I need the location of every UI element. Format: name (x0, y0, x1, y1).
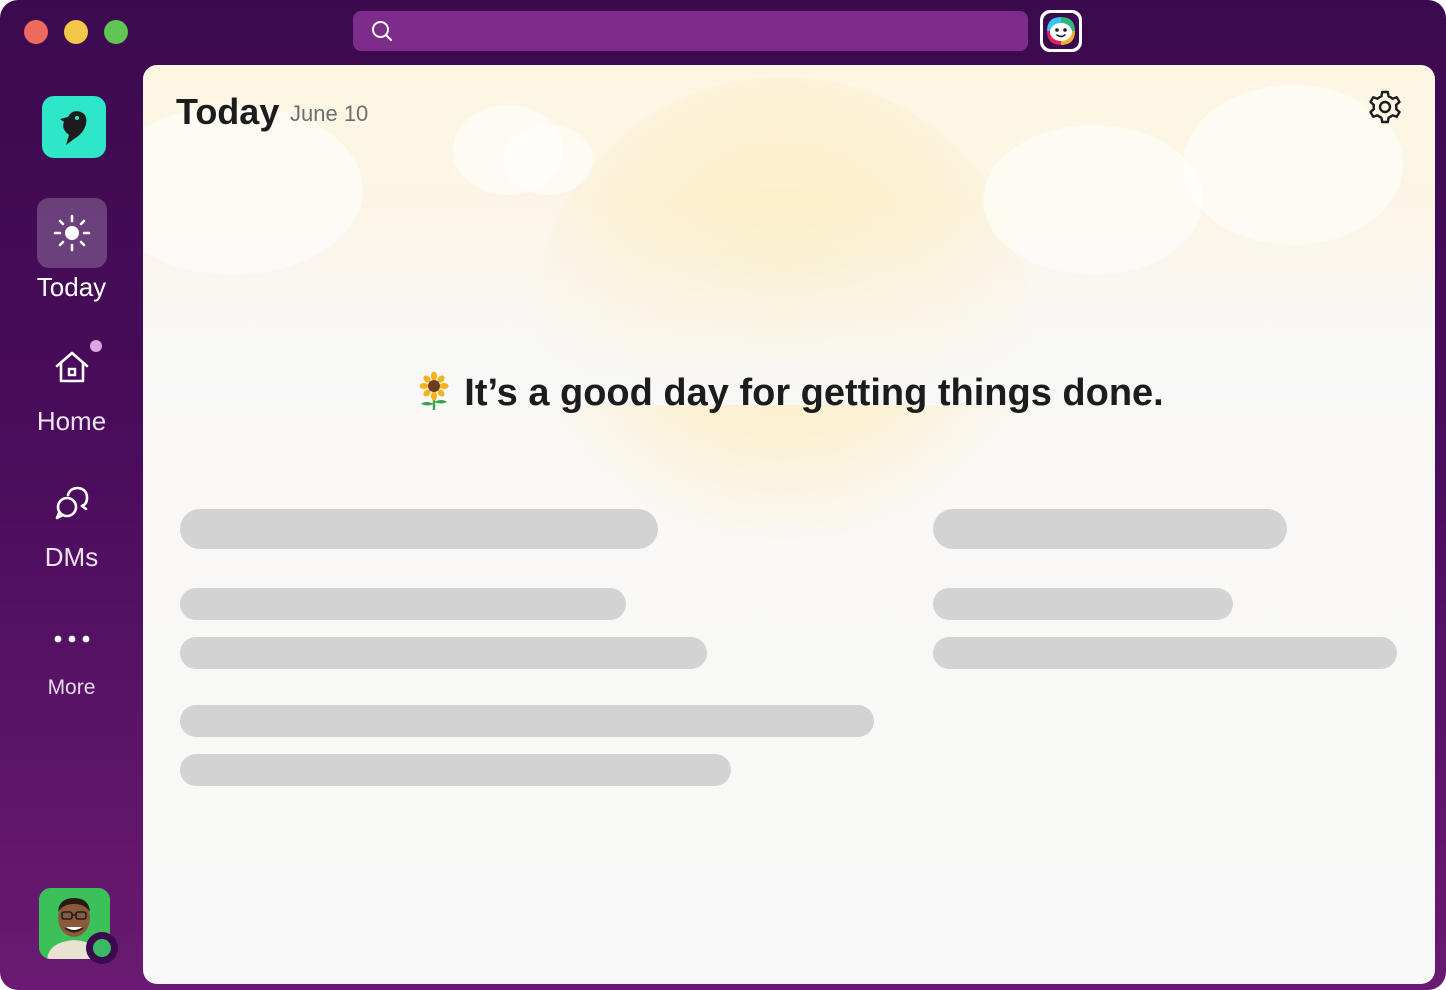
loading-placeholder (180, 637, 707, 669)
ai-helper-button[interactable] (1040, 10, 1082, 52)
gear-icon[interactable] (1367, 89, 1403, 125)
cloud-decoration (503, 125, 593, 195)
loading-placeholder (180, 588, 626, 620)
workspace-logo[interactable] (42, 96, 106, 158)
search-bar[interactable] (353, 11, 1028, 51)
loading-placeholder (933, 509, 1287, 549)
zoom-window-button[interactable] (104, 20, 128, 44)
loading-placeholder (180, 509, 658, 549)
sidebar-item-more[interactable]: More (0, 604, 143, 700)
sidebar-item-home[interactable]: Home (0, 332, 143, 437)
bird-logo-icon (60, 111, 87, 145)
sidebar-item-label: Today (36, 272, 107, 302)
home-icon (55, 351, 88, 383)
close-window-button[interactable] (24, 20, 48, 44)
minimize-window-button[interactable] (64, 20, 88, 44)
sidebar: Today Home DMs More (0, 64, 143, 990)
page-date: June 10 (290, 101, 369, 126)
dm-bubbles-icon (55, 486, 88, 520)
loading-placeholder (180, 754, 731, 786)
more-dots-icon (54, 635, 89, 643)
sunflower-icon (419, 371, 449, 410)
sidebar-item-dms-button[interactable] (37, 468, 107, 538)
sun-icon (53, 214, 90, 252)
sidebar-item-today[interactable]: Today (0, 198, 143, 303)
sidebar-item-label: Home (36, 406, 107, 436)
online-status-dot (93, 939, 111, 957)
search-icon (372, 21, 393, 42)
presence-indicator (86, 932, 118, 964)
page-title: Today (176, 91, 280, 132)
greeting-headline: It’s a good day for getting things done. (143, 371, 1435, 415)
home-unread-badge (90, 340, 102, 352)
loading-placeholder (933, 637, 1397, 669)
loading-placeholder (933, 588, 1233, 620)
today-panel: Today June 10 It’s a good day for gettin… (143, 65, 1435, 984)
app-window: Today Home DMs More Today June 10 It’s a… (0, 0, 1446, 990)
headline-text: It’s a good day for getting things done. (464, 372, 1164, 414)
sidebar-item-today-button[interactable] (36, 198, 107, 268)
sidebar-item-label: More (47, 676, 96, 699)
title-bar (0, 0, 1446, 64)
sidebar-item-label: DMs (44, 542, 99, 572)
sidebar-item-more-button[interactable] (37, 604, 107, 674)
ai-helper-icon (1043, 13, 1079, 49)
loading-placeholder (180, 705, 874, 737)
sidebar-item-dms[interactable]: DMs (0, 468, 143, 573)
